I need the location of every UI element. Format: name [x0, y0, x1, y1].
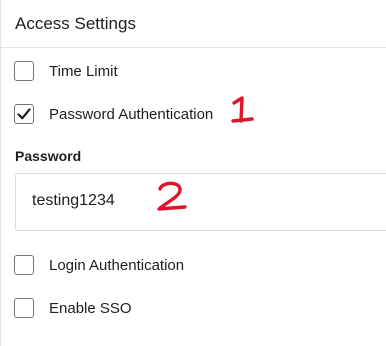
time-limit-option[interactable]: Time Limit: [14, 60, 118, 82]
enable-sso-checkbox[interactable]: [14, 298, 34, 318]
annotation-1-icon: [231, 96, 254, 123]
password-authentication-checkbox[interactable]: [14, 104, 34, 124]
password-label: Password: [15, 148, 82, 164]
section-header: Access Settings: [0, 0, 386, 48]
annotation-2-icon: [157, 181, 187, 211]
password-authentication-label[interactable]: Password Authentication: [49, 106, 213, 123]
login-authentication-checkbox[interactable]: [14, 255, 34, 275]
login-authentication-label[interactable]: Login Authentication: [49, 257, 184, 274]
access-settings-panel: Access Settings Time Limit Password Auth…: [0, 0, 386, 346]
enable-sso-label[interactable]: Enable SSO: [49, 300, 132, 317]
enable-sso-option[interactable]: Enable SSO: [14, 297, 132, 319]
section-title: Access Settings: [15, 14, 136, 33]
time-limit-label[interactable]: Time Limit: [49, 63, 118, 80]
password-input[interactable]: testing1234: [15, 173, 386, 231]
panel-left-border: [0, 0, 1, 346]
time-limit-checkbox[interactable]: [14, 61, 34, 81]
checkmark-icon: [17, 108, 31, 120]
login-authentication-option[interactable]: Login Authentication: [14, 254, 184, 276]
password-authentication-option[interactable]: Password Authentication: [14, 103, 213, 125]
password-input-value[interactable]: testing1234: [32, 192, 115, 210]
